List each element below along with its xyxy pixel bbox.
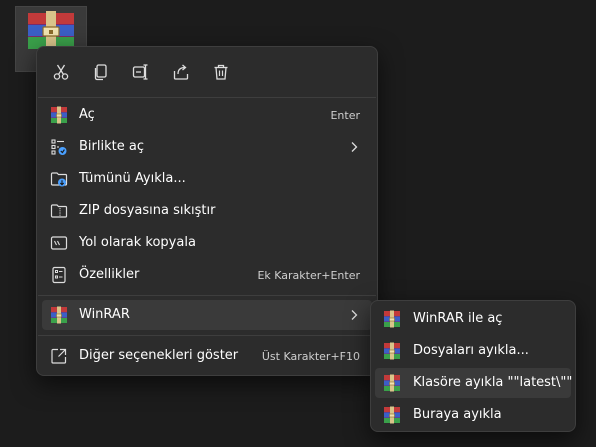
- zip-folder-icon: [50, 202, 68, 220]
- menu-item-label: Tümünü Ayıkla...: [79, 171, 186, 186]
- submenu-item-label: Klasöre ayıkla ""latest\"": [413, 375, 573, 390]
- separator: [38, 335, 376, 336]
- submenu-item-extract-here[interactable]: Buraya ayıkla: [375, 400, 571, 430]
- more-options-icon: [50, 347, 68, 365]
- copy-button[interactable]: [87, 59, 115, 85]
- rename-button[interactable]: [127, 59, 155, 85]
- menu-item-shortcut: Enter: [330, 109, 360, 122]
- properties-icon: [50, 266, 68, 284]
- menu-item-open[interactable]: Aç Enter: [42, 100, 372, 130]
- context-menu: Aç Enter Birlikte aç Tümünü Ayıkla... ZI…: [36, 46, 378, 376]
- winrar-icon: [383, 342, 401, 360]
- delete-icon: [214, 64, 228, 80]
- context-toolbar: [37, 47, 377, 97]
- menu-item-copy-as-path[interactable]: Yol olarak kopyala: [42, 228, 372, 258]
- menu-item-extract-all[interactable]: Tümünü Ayıkla...: [42, 164, 372, 194]
- submenu-item-label: Dosyaları ayıkla...: [413, 343, 529, 358]
- delete-button[interactable]: [207, 59, 235, 85]
- menu-item-label: Yol olarak kopyala: [79, 235, 196, 250]
- menu-item-label: WinRAR: [79, 307, 130, 322]
- extract-all-icon: [50, 170, 68, 188]
- menu-item-properties[interactable]: Özellikler Ek Karakter+Enter: [42, 260, 372, 290]
- share-icon: [173, 64, 189, 80]
- menu-item-shortcut: Üst Karakter+F10: [261, 350, 360, 363]
- copy-path-icon: [50, 234, 68, 252]
- chevron-right-icon: [351, 142, 358, 152]
- winrar-icon: [383, 374, 401, 392]
- cut-icon: [53, 64, 69, 80]
- share-button[interactable]: [167, 59, 195, 85]
- menu-item-compress-zip[interactable]: ZIP dosyasına sıkıştır: [42, 196, 372, 226]
- submenu-item-extract-files[interactable]: Dosyaları ayıkla...: [375, 336, 571, 366]
- menu-item-open-with[interactable]: Birlikte aç: [42, 132, 372, 162]
- open-with-icon: [50, 138, 68, 156]
- rename-icon: [132, 64, 148, 80]
- separator: [38, 97, 376, 98]
- submenu-item-label: WinRAR ile aç: [413, 311, 503, 326]
- winrar-icon: [50, 106, 68, 124]
- separator: [38, 295, 376, 296]
- menu-item-label: Özellikler: [79, 267, 140, 282]
- winrar-archive-icon: [28, 11, 74, 51]
- winrar-submenu: WinRAR ile aç Dosyaları ayıkla... Klasör…: [370, 300, 576, 432]
- submenu-item-label: Buraya ayıkla: [413, 407, 502, 422]
- menu-item-label: Aç: [79, 107, 95, 122]
- chevron-right-icon: [351, 310, 358, 320]
- winrar-icon: [50, 306, 68, 324]
- menu-item-label: ZIP dosyasına sıkıştır: [79, 203, 216, 218]
- winrar-icon: [383, 310, 401, 328]
- menu-item-label: Birlikte aç: [79, 139, 144, 154]
- submenu-item-extract-to-folder[interactable]: Klasöre ayıkla ""latest\"": [375, 368, 573, 398]
- menu-item-winrar[interactable]: WinRAR: [42, 300, 372, 330]
- menu-item-show-more-options[interactable]: Diğer seçenekleri göster Üst Karakter+F1…: [42, 341, 372, 371]
- submenu-item-open-with-winrar[interactable]: WinRAR ile aç: [375, 304, 571, 334]
- menu-item-shortcut: Ek Karakter+Enter: [257, 269, 360, 282]
- copy-icon: [94, 64, 107, 81]
- menu-item-label: Diğer seçenekleri göster: [79, 348, 239, 363]
- cut-button[interactable]: [47, 59, 75, 85]
- winrar-icon: [383, 406, 401, 424]
